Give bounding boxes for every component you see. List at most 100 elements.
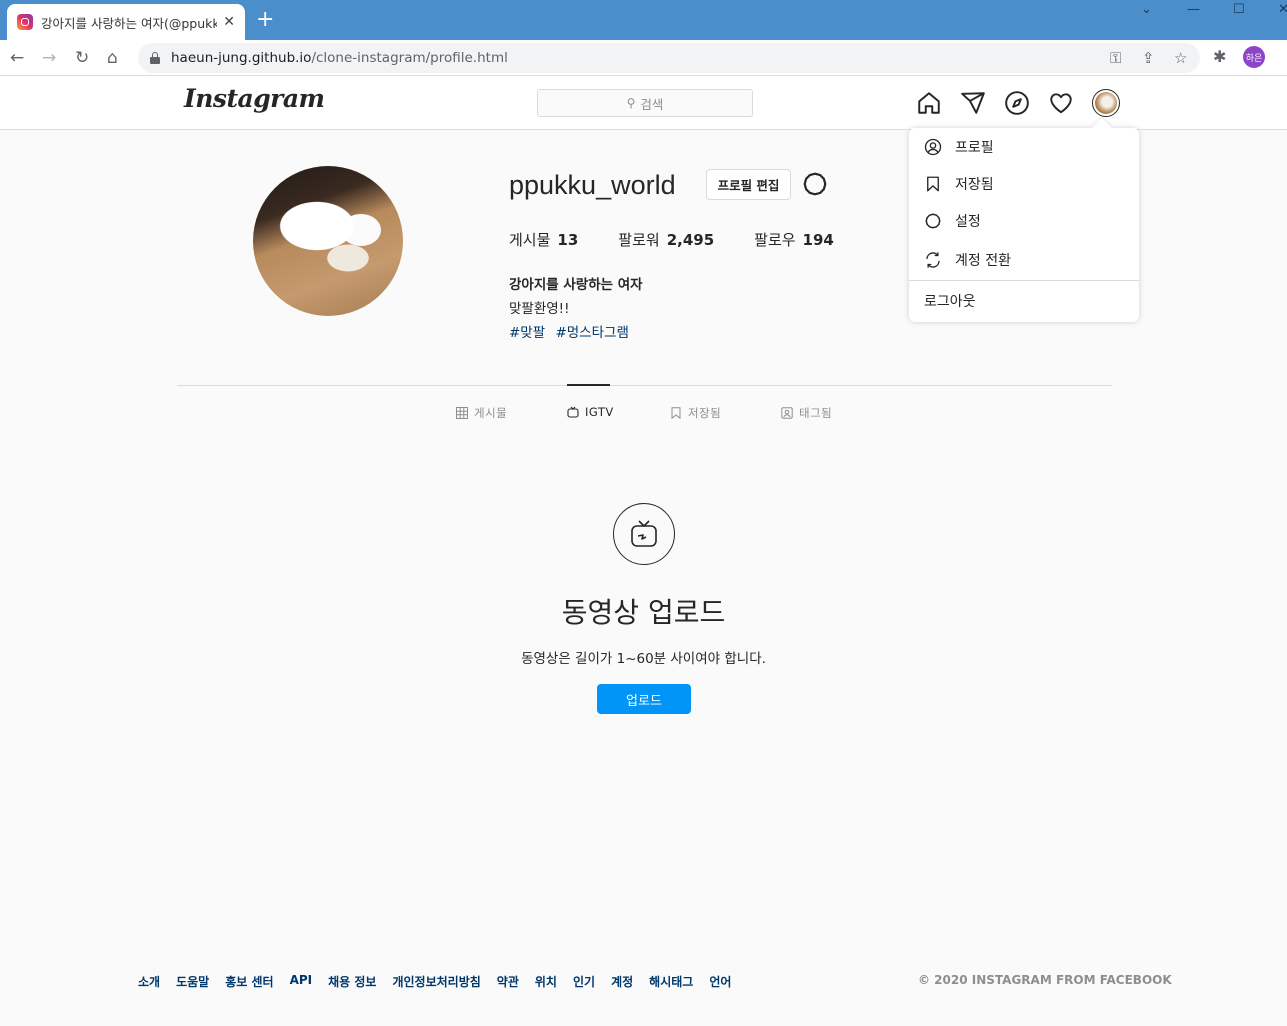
extensions-icon[interactable]: ✱ bbox=[1213, 47, 1226, 66]
back-icon[interactable]: ← bbox=[10, 48, 24, 68]
edit-profile-button[interactable]: 프로필 편집 bbox=[706, 169, 791, 200]
browser-tab-strip: 강아지를 사랑하는 여자(@ppukk ✕ + ⌄ — ☐ ✕ bbox=[0, 0, 1287, 40]
key-icon[interactable]: ⚿ bbox=[1110, 49, 1121, 67]
igtv-empty-title: 동영상 업로드 bbox=[561, 596, 726, 629]
footer-link[interactable]: 인기 bbox=[573, 973, 595, 990]
profile-username: ppukku_world bbox=[509, 170, 676, 200]
share-icon[interactable]: ⇪ bbox=[1142, 49, 1155, 67]
stat-label: 팔로워 bbox=[618, 231, 660, 249]
tab-tagged[interactable]: 태그됨 bbox=[781, 405, 832, 421]
footer-link[interactable]: API bbox=[290, 973, 313, 990]
profile-dropdown-menu: 프로필 저장됨 설정 계정 전환 로그아웃 bbox=[909, 128, 1139, 322]
bookmark-icon bbox=[924, 175, 942, 193]
browser-toolbar: ← → ↻ ⌂ haeun-jung.github.io/clone-insta… bbox=[0, 40, 1287, 76]
menu-divider bbox=[909, 280, 1139, 281]
stat-label: 팔로우 bbox=[754, 231, 796, 249]
activity-heart-icon[interactable] bbox=[1048, 90, 1074, 116]
search-placeholder: 검색 bbox=[640, 96, 664, 112]
url-text: haeun-jung.github.io/clone-instagram/pro… bbox=[171, 50, 508, 66]
tabs-divider bbox=[177, 385, 1112, 386]
tab-posts[interactable]: 게시물 bbox=[456, 405, 507, 421]
close-window-icon[interactable]: ✕ bbox=[1278, 2, 1287, 17]
menu-item-settings[interactable]: 설정 bbox=[909, 203, 1139, 239]
browser-profile-avatar[interactable]: 하은 bbox=[1243, 46, 1265, 68]
footer-link[interactable]: 홍보 센터 bbox=[225, 973, 273, 990]
tab-close-icon[interactable]: ✕ bbox=[223, 14, 235, 30]
hashtag-link[interactable]: #멍스타그램 bbox=[555, 325, 628, 341]
igtv-upload-icon bbox=[613, 503, 675, 565]
search-icon: ⚲ bbox=[626, 96, 636, 110]
url-path: /clone-instagram/profile.html bbox=[311, 50, 508, 66]
bookmark-star-icon[interactable]: ☆ bbox=[1174, 49, 1187, 67]
stat-label: 게시물 bbox=[509, 231, 551, 249]
stat-value: 13 bbox=[557, 231, 579, 249]
tab-saved[interactable]: 저장됨 bbox=[670, 405, 721, 421]
footer-link[interactable]: 언어 bbox=[709, 973, 731, 990]
tagged-user-icon bbox=[781, 407, 793, 419]
profile-photo[interactable] bbox=[253, 166, 403, 316]
footer-link[interactable]: 해시태그 bbox=[649, 973, 693, 990]
instagram-logo[interactable]: Instagram bbox=[184, 84, 325, 113]
new-tab-button[interactable]: + bbox=[256, 9, 274, 31]
menu-item-label: 로그아웃 bbox=[924, 294, 976, 310]
footer-copyright: © 2020 INSTAGRAM FROM FACEBOOK bbox=[918, 973, 1172, 987]
reload-icon[interactable]: ↻ bbox=[75, 48, 89, 68]
explore-compass-icon[interactable] bbox=[1004, 90, 1030, 116]
footer-links: 소개 도움말 홍보 센터 API 채용 정보 개인정보처리방침 약관 위치 인기… bbox=[138, 973, 747, 990]
hashtag-link[interactable]: #맞팔 bbox=[509, 325, 545, 341]
lock-icon bbox=[150, 52, 160, 64]
profile-stats: 게시물 13 팔로워 2,495 팔로우 194 bbox=[509, 229, 874, 250]
bio-hashtags: #맞팔 #멍스타그램 bbox=[509, 321, 635, 341]
menu-item-label: 저장됨 bbox=[955, 177, 994, 193]
tab-label: IGTV bbox=[585, 405, 614, 419]
active-tab-indicator bbox=[567, 384, 610, 386]
search-input[interactable]: ⚲ 검색 bbox=[537, 89, 753, 117]
gear-icon bbox=[924, 212, 942, 230]
address-bar[interactable]: haeun-jung.github.io/clone-instagram/pro… bbox=[138, 43, 1200, 73]
stat-followers[interactable]: 팔로워 2,495 bbox=[618, 229, 714, 250]
footer-link[interactable]: 계정 bbox=[611, 973, 633, 990]
tab-title: 강아지를 사랑하는 여자(@ppukk bbox=[41, 15, 218, 31]
tab-label: 저장됨 bbox=[688, 406, 722, 420]
browser-menu-icon[interactable]: ⋮ bbox=[1280, 48, 1287, 67]
footer-link[interactable]: 소개 bbox=[138, 973, 160, 990]
tab-search-icon[interactable]: ⌄ bbox=[1141, 2, 1152, 17]
footer-link[interactable]: 도움말 bbox=[176, 973, 209, 990]
switch-account-icon bbox=[924, 251, 942, 269]
footer-link[interactable]: 채용 정보 bbox=[328, 973, 376, 990]
menu-item-saved[interactable]: 저장됨 bbox=[909, 166, 1139, 202]
footer-link[interactable]: 위치 bbox=[535, 973, 557, 990]
home-nav-icon[interactable] bbox=[916, 90, 942, 116]
menu-item-label: 계정 전환 bbox=[955, 253, 1011, 269]
footer-link[interactable]: 개인정보처리방침 bbox=[392, 973, 480, 990]
menu-item-logout[interactable]: 로그아웃 bbox=[909, 283, 1139, 319]
instagram-header: Instagram ⚲ 검색 bbox=[0, 76, 1287, 130]
bookmark-icon bbox=[670, 407, 682, 420]
footer-link[interactable]: 약관 bbox=[497, 973, 519, 990]
igtv-empty-description: 동영상은 길이가 1~60분 사이여야 합니다. bbox=[521, 651, 766, 667]
header-profile-avatar[interactable] bbox=[1092, 89, 1120, 117]
menu-item-label: 설정 bbox=[955, 214, 981, 230]
browser-tab[interactable]: 강아지를 사랑하는 여자(@ppukk ✕ bbox=[7, 4, 245, 40]
minimize-icon[interactable]: — bbox=[1187, 2, 1200, 17]
stat-posts: 게시물 13 bbox=[509, 229, 578, 250]
stat-value: 194 bbox=[802, 231, 834, 249]
home-icon[interactable]: ⌂ bbox=[107, 48, 118, 68]
instagram-favicon-icon bbox=[17, 14, 33, 30]
direct-message-icon[interactable] bbox=[960, 90, 986, 116]
forward-icon[interactable]: → bbox=[42, 48, 56, 68]
igtv-icon bbox=[567, 406, 579, 418]
settings-gear-icon[interactable] bbox=[802, 171, 828, 197]
tab-label: 태그됨 bbox=[799, 406, 833, 420]
maximize-icon[interactable]: ☐ bbox=[1233, 2, 1245, 17]
stat-following[interactable]: 팔로우 194 bbox=[754, 229, 834, 250]
upload-button[interactable]: 업로드 bbox=[597, 684, 691, 714]
stat-value: 2,495 bbox=[666, 231, 715, 249]
grid-icon bbox=[456, 407, 468, 419]
menu-item-profile[interactable]: 프로필 bbox=[909, 129, 1139, 165]
bio-full-name: 강아지를 사랑하는 여자 bbox=[509, 277, 643, 293]
bio-text: 맞팔환영!! bbox=[509, 301, 570, 317]
tab-igtv[interactable]: IGTV bbox=[567, 405, 614, 419]
menu-item-switch-account[interactable]: 계정 전환 bbox=[909, 242, 1139, 278]
user-circle-icon bbox=[924, 138, 942, 156]
